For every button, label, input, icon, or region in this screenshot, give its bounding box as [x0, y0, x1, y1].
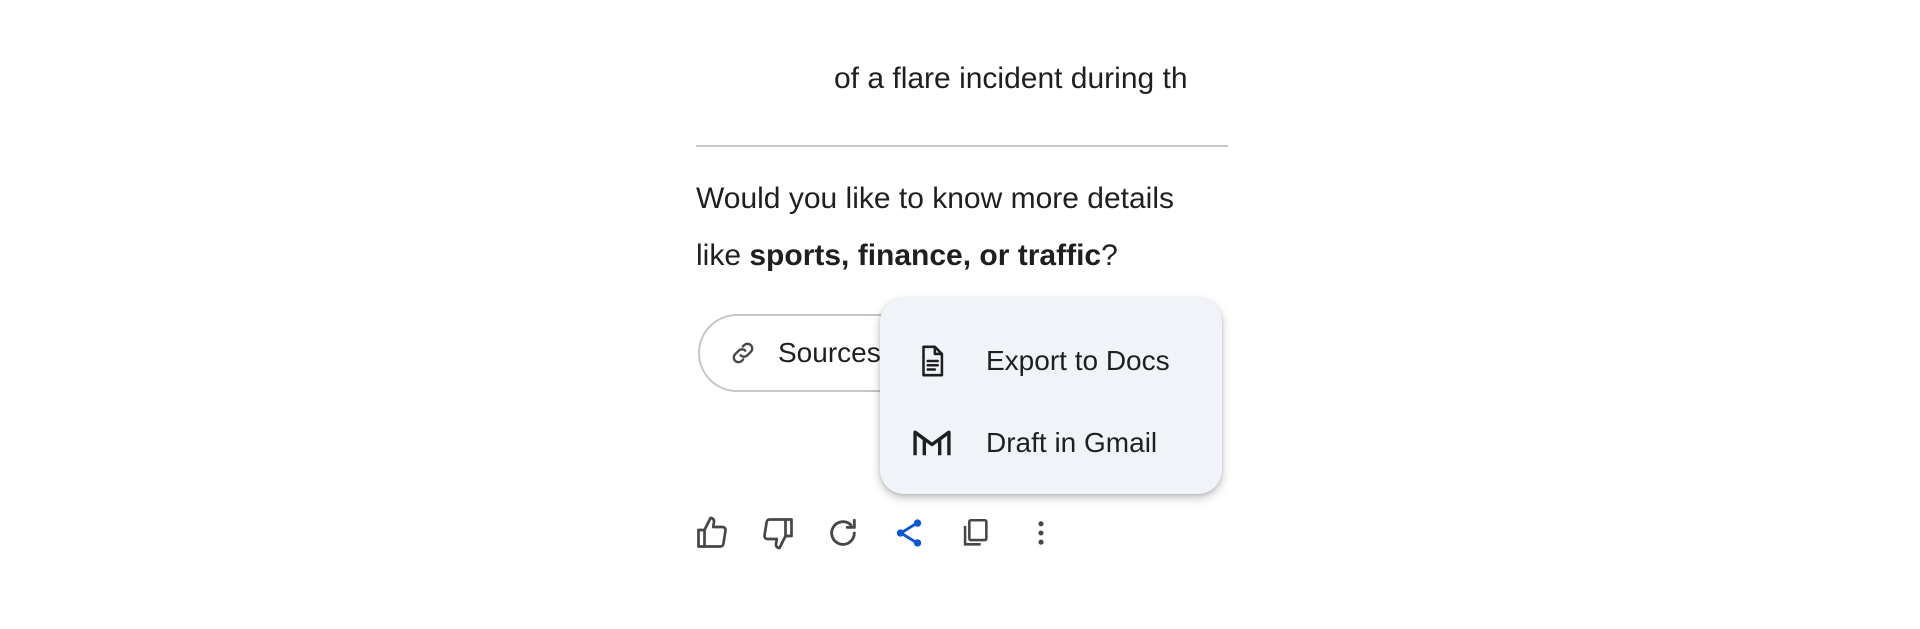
thumbs-down-button[interactable]	[760, 505, 826, 561]
response-truncated-line: of a flare incident during th	[834, 62, 1188, 95]
thumbs-down-icon	[760, 515, 796, 551]
question-line-1: Would you like to know more details	[696, 182, 1175, 215]
docs-icon	[912, 341, 952, 381]
question-bold-topics: sports, finance, or traffic	[749, 239, 1102, 272]
draft-in-gmail-item[interactable]: Draft in Gmail	[880, 402, 1222, 484]
more-options-button[interactable]	[1024, 505, 1090, 561]
share-menu: Export to Docs Draft in Gmail	[880, 298, 1222, 494]
viewport: of a flare incident during th Would you …	[0, 0, 1920, 629]
copy-button[interactable]	[958, 505, 1024, 561]
divider	[696, 145, 1228, 147]
regenerate-button[interactable]	[826, 505, 892, 561]
question-suffix: ?	[1101, 239, 1118, 272]
refresh-icon	[826, 516, 860, 550]
question-line2-prefix: like	[696, 239, 750, 272]
more-vert-icon	[1024, 516, 1058, 550]
gmail-icon	[912, 423, 952, 463]
follow-up-question: Would you like to know more details like…	[696, 170, 1174, 284]
sources-label: Sources	[778, 337, 881, 368]
share-button[interactable]	[892, 505, 958, 561]
export-to-docs-item[interactable]: Export to Docs	[880, 320, 1222, 402]
export-to-docs-label: Export to Docs	[986, 345, 1170, 376]
link-icon	[728, 338, 758, 368]
thumbs-up-icon	[694, 515, 730, 551]
thumbs-up-button[interactable]	[694, 505, 760, 561]
copy-icon	[958, 516, 992, 550]
question-line-2: like sports, finance, or traffic?	[696, 227, 1174, 284]
draft-in-gmail-label: Draft in Gmail	[986, 427, 1158, 458]
response-action-bar	[694, 505, 1090, 561]
share-icon	[892, 516, 926, 550]
